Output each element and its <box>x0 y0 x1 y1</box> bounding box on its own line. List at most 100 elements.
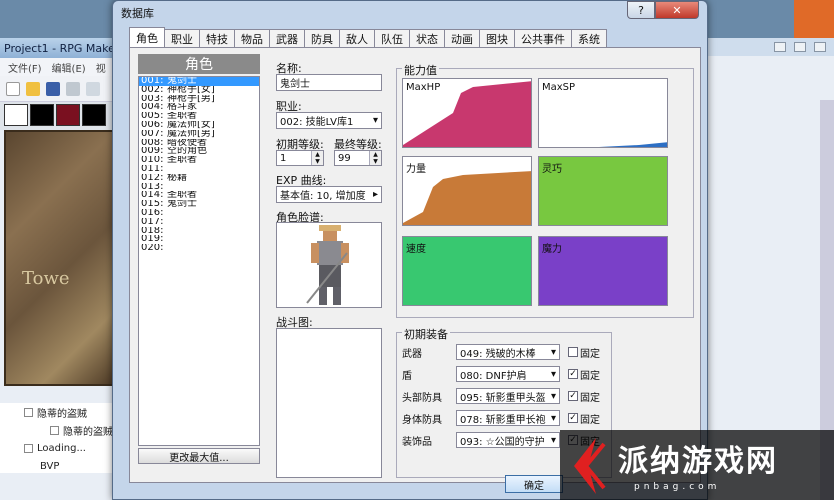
param-graph-4[interactable]: 速度 <box>402 236 532 306</box>
actor-list-item[interactable]: 011: <box>139 165 259 174</box>
actor-name: 鬼剑士 <box>167 200 197 209</box>
close-button[interactable]: ✕ <box>655 1 699 19</box>
actor-list-item[interactable]: 006: 魔法师[女] <box>139 121 259 130</box>
tab-enemies[interactable]: 敌人 <box>339 29 375 47</box>
actor-list-item[interactable]: 012: 秘籍 <box>139 174 259 183</box>
tab-armors[interactable]: 防具 <box>304 29 340 47</box>
equipment-row: 头部防具 095: 斩影重甲头盔 ✓固定 <box>402 388 600 404</box>
open-folder-icon[interactable] <box>26 81 40 96</box>
tree-item[interactable]: 隐蒂的盗贼 <box>0 403 120 421</box>
fixed-checkbox[interactable]: ✓ <box>568 369 578 379</box>
tree-expander-icon[interactable] <box>24 407 33 417</box>
menu-file[interactable]: 文件(F) <box>8 60 42 75</box>
actor-list-item[interactable]: 014: 圣职者 <box>139 191 259 200</box>
tab-system[interactable]: 系统 <box>571 29 607 47</box>
palette-swatch[interactable] <box>56 104 80 126</box>
ok-button[interactable]: 确定 <box>505 475 563 493</box>
new-file-icon[interactable] <box>6 81 20 96</box>
spin-arrows-icon[interactable]: ▲ ▼ <box>369 151 381 165</box>
actor-list-item[interactable]: 015: 鬼剑士 <box>139 200 259 209</box>
param-graph-5[interactable]: 魔力 <box>538 236 668 306</box>
tab-actors[interactable]: 角色 <box>129 27 165 47</box>
param-graph-3[interactable]: 灵巧 <box>538 156 668 226</box>
menu-edit[interactable]: 编辑(E) <box>52 60 86 75</box>
palette-swatch[interactable] <box>30 104 54 126</box>
change-max-button[interactable]: 更改最大值... <box>138 448 260 464</box>
dialog-title: 数据库 <box>121 7 154 20</box>
actor-list-item[interactable]: 001: 鬼剑士 <box>139 77 259 86</box>
spin-arrows-icon[interactable]: ▲ ▼ <box>311 151 323 165</box>
face-graphic-box[interactable] <box>276 222 382 308</box>
actor-number: 019: <box>141 235 164 245</box>
character-sprite <box>306 225 349 305</box>
help-button[interactable]: ? <box>627 1 655 19</box>
fixed-checkbox[interactable] <box>568 347 578 357</box>
actor-number: 005: <box>141 112 164 121</box>
fixed-checkbox-group[interactable]: ✓固定 <box>568 411 600 426</box>
equipment-slot-label: 身体防具 <box>402 414 442 426</box>
actor-number: 020: <box>141 244 164 253</box>
cut-icon[interactable] <box>66 81 80 96</box>
palette-swatch[interactable] <box>4 104 28 126</box>
actor-list-item[interactable]: 010: 圣职者 <box>139 156 259 165</box>
actor-list-item[interactable]: 008: 暗夜使者 <box>139 139 259 148</box>
tab-animations[interactable]: 动画 <box>444 29 480 47</box>
actor-list-item[interactable]: 005: 圣职者 <box>139 112 259 121</box>
param-graph-1[interactable]: MaxSP <box>538 78 668 148</box>
menu-view[interactable]: 视 <box>96 60 106 75</box>
actor-list-item[interactable]: 003: 神枪手[男] <box>139 95 259 104</box>
actor-name: 鬼剑士 <box>167 77 197 86</box>
tab-classes[interactable]: 职业 <box>164 29 200 47</box>
tree-item[interactable]: BVP <box>0 457 120 475</box>
exp-curve-button[interactable]: 基本值: 10, 增加度 ▸ <box>276 186 382 203</box>
fixed-checkbox[interactable]: ✓ <box>568 413 578 423</box>
param-graph-2[interactable]: 力量 <box>402 156 532 226</box>
tab-weapons[interactable]: 武器 <box>269 29 305 47</box>
tree-item[interactable]: 隐蒂的盗贼 <box>0 421 120 439</box>
copy-icon[interactable] <box>86 81 100 96</box>
save-icon[interactable] <box>46 81 60 96</box>
actor-list-item[interactable]: 002: 神枪手[女] <box>139 86 259 95</box>
tab-common-events[interactable]: 公共事件 <box>514 29 572 47</box>
param-label: MaxSP <box>542 82 576 93</box>
tree-item[interactable]: Loading... <box>0 439 120 457</box>
actor-name: 神枪手[女] <box>167 85 215 95</box>
param-label: 速度 <box>406 244 426 255</box>
tab-items[interactable]: 物品 <box>234 29 270 47</box>
actor-list-item[interactable]: 020: <box>139 244 259 253</box>
fixed-checkbox-group[interactable]: 固定 <box>568 345 600 360</box>
tab-states[interactable]: 状态 <box>409 29 445 47</box>
fixed-checkbox[interactable]: ✓ <box>568 391 578 401</box>
maximize-icon[interactable] <box>794 42 806 52</box>
initial-level-input[interactable]: 1 ▲ ▼ <box>276 150 324 166</box>
equipment-slot-label: 盾 <box>402 370 412 382</box>
fixed-checkbox-group[interactable]: ✓固定 <box>568 389 600 404</box>
actor-list-item[interactable]: 019: <box>139 235 259 244</box>
actor-list-item[interactable]: 013: <box>139 183 259 192</box>
actor-list-item[interactable]: 018: <box>139 227 259 236</box>
actor-list-item[interactable]: 004: 格斗家 <box>139 103 259 112</box>
param-graph-0[interactable]: MaxHP <box>402 78 532 148</box>
equipment-select[interactable]: 049: 残破的木棒 <box>456 344 560 360</box>
actor-list-item[interactable]: 007: 魔法师[男] <box>139 130 259 139</box>
actor-list-item[interactable]: 017: <box>139 218 259 227</box>
battler-graphic-box[interactable] <box>276 328 382 478</box>
equipment-select[interactable]: 078: 斩影重甲长袍 <box>456 410 560 426</box>
tree-expander-icon[interactable] <box>24 443 33 453</box>
final-level-input[interactable]: 99 ▲ ▼ <box>334 150 382 166</box>
close-icon[interactable] <box>814 42 826 52</box>
tab-skills[interactable]: 特技 <box>199 29 235 47</box>
class-select[interactable]: 002: 技能LV库1 <box>276 112 382 129</box>
actor-list-item[interactable]: 016: <box>139 209 259 218</box>
tab-troops[interactable]: 队伍 <box>374 29 410 47</box>
fixed-checkbox-group[interactable]: ✓固定 <box>568 367 600 382</box>
tab-tilesets[interactable]: 图块 <box>479 29 515 47</box>
actor-list[interactable]: 001: 鬼剑士 002: 神枪手[女] 003: 神枪手[男] 004: 格斗家 005: 圣职… <box>138 76 260 446</box>
palette-swatch[interactable] <box>82 104 106 126</box>
actor-list-item[interactable]: 009: 空的角色 <box>139 147 259 156</box>
name-input[interactable]: 鬼剑士 <box>276 74 382 91</box>
equipment-select[interactable]: 080: DNF护肩 <box>456 366 560 382</box>
equipment-select[interactable]: 093: ☆公国的守护 <box>456 432 560 448</box>
minimize-icon[interactable] <box>774 42 786 52</box>
equipment-select[interactable]: 095: 斩影重甲头盔 <box>456 388 560 404</box>
